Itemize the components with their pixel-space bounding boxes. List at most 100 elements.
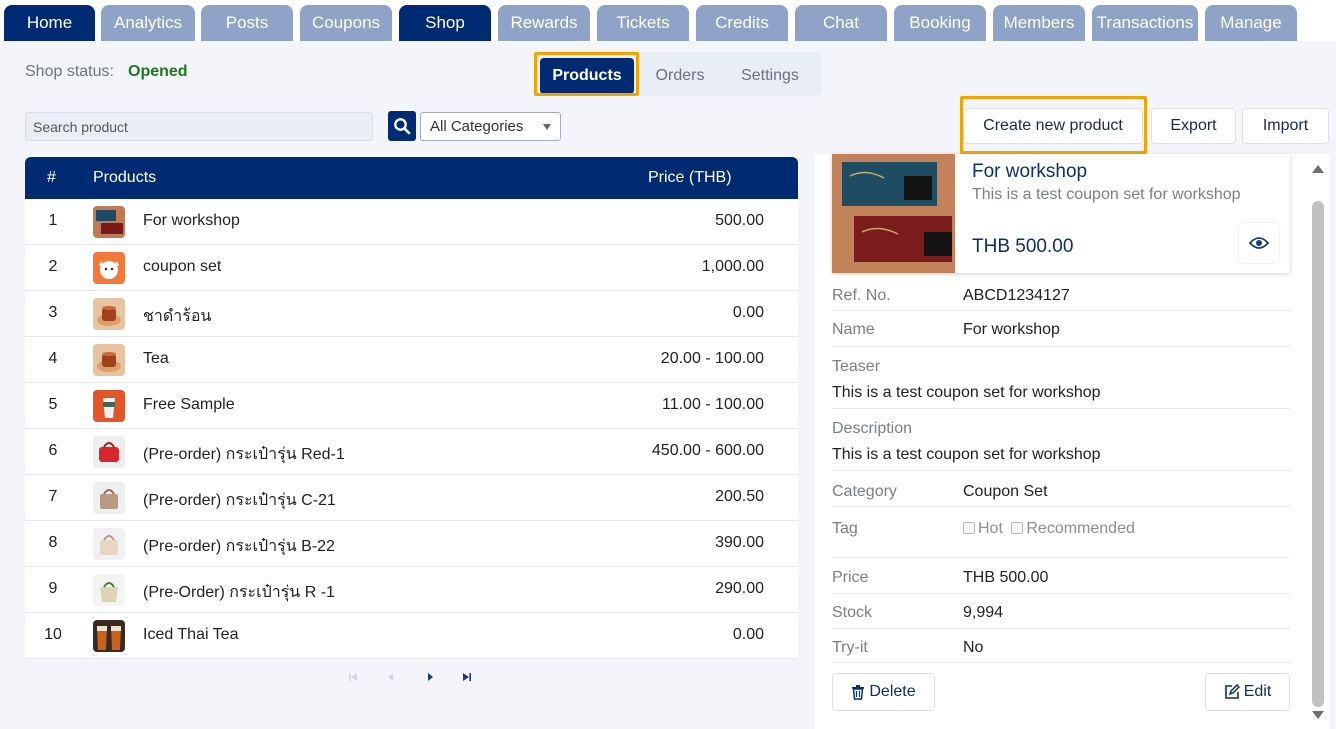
table-row[interactable]: 4 Tea 20.00 - 100.00: [25, 337, 798, 383]
tab-home[interactable]: Home: [4, 5, 95, 41]
shop-status-value: Opened: [128, 63, 188, 80]
tab-analytics[interactable]: Analytics: [101, 5, 195, 41]
category-select[interactable]: All Categories: [420, 112, 561, 141]
card-price: THB 500.00: [972, 236, 1074, 257]
hot-label: Hot: [978, 520, 1003, 537]
product-cover-image: [832, 154, 955, 273]
tryit-label: Try-it: [832, 639, 868, 656]
tab-rewards[interactable]: Rewards: [498, 5, 590, 41]
shop-status-label: Shop status:: [25, 63, 114, 80]
import-button[interactable]: Import: [1242, 108, 1329, 144]
detail-description-row: Description This is a test coupon set fo…: [832, 409, 1290, 471]
product-name: (Pre-order) กระเป๋ารุ่น C-21: [143, 492, 336, 509]
edit-icon: [1224, 684, 1240, 699]
tab-manage[interactable]: Manage: [1205, 5, 1297, 41]
edit-button[interactable]: Edit: [1205, 673, 1290, 711]
next-page-button[interactable]: [425, 671, 435, 683]
product-name: Free Sample: [143, 396, 235, 413]
previous-page-icon: [388, 673, 393, 681]
subtab-settings[interactable]: Settings: [726, 58, 814, 94]
subtab-products[interactable]: Products: [540, 58, 634, 94]
tab-credits[interactable]: Credits: [696, 5, 788, 41]
row-number: 8: [48, 534, 58, 551]
detail-price-row: Price THB 500.00: [832, 558, 1290, 594]
table-row[interactable]: 1 For workshop 500.00: [25, 199, 798, 245]
column-header-products[interactable]: Products: [93, 169, 156, 187]
category-select-value: All Categories: [430, 118, 524, 135]
iced-tea-image: [93, 620, 125, 652]
dropdown-arrow-icon: [543, 124, 551, 130]
product-price: 1,000.00: [701, 258, 764, 275]
table-row[interactable]: 5 Free Sample 11.00 - 100.00: [25, 383, 798, 429]
product-detail-panel: For workshop This is a test coupon set f…: [815, 154, 1330, 729]
tan-bag-image: [93, 482, 125, 514]
tea-cup-image: [93, 344, 125, 376]
detail-ref-row: Ref. No. ABCD1234127: [832, 277, 1290, 311]
tag-options: Hot Recommended: [963, 520, 1135, 538]
row-number: 1: [48, 212, 58, 229]
tab-coupons[interactable]: Coupons: [300, 5, 392, 41]
recommended-label: Recommended: [1026, 520, 1135, 537]
subtab-orders[interactable]: Orders: [640, 58, 720, 94]
category-value: Coupon Set: [963, 483, 1048, 500]
table-row[interactable]: 10 Iced Thai Tea 0.00: [25, 613, 798, 659]
search-icon: [394, 118, 411, 135]
hot-checkbox[interactable]: [963, 522, 975, 534]
last-page-icon: [463, 673, 471, 681]
previous-page-button[interactable]: [386, 671, 396, 683]
export-button[interactable]: Export: [1151, 108, 1236, 144]
top-nav: Home Analytics Posts Coupons Shop Reward…: [0, 0, 1336, 41]
product-name: ชาดำร้อน: [143, 308, 212, 325]
delete-label: Delete: [869, 683, 916, 700]
product-name: (Pre-order) กระเป๋ารุ่น B-22: [143, 538, 335, 555]
search-button[interactable]: [388, 111, 416, 141]
tab-tickets[interactable]: Tickets: [597, 5, 689, 41]
delete-button[interactable]: Delete: [832, 673, 935, 711]
search-input[interactable]: [25, 112, 373, 141]
recommended-checkbox[interactable]: [1011, 522, 1024, 534]
preview-button[interactable]: [1239, 223, 1279, 263]
first-page-icon: [349, 673, 357, 681]
row-number: 6: [48, 442, 58, 459]
table-row[interactable]: 9 (Pre-Order) กระเป๋ารุ่น R -1 290.00: [25, 567, 798, 613]
tab-transactions[interactable]: Transactions: [1092, 5, 1198, 41]
first-page-button[interactable]: [348, 671, 358, 683]
fox-mascot-image: [93, 252, 125, 284]
row-number: 3: [48, 304, 58, 321]
product-price: 200.50: [715, 488, 764, 505]
table-row[interactable]: 6 (Pre-order) กระเป๋ารุ่น Red-1 450.00 -…: [25, 429, 798, 475]
table-row[interactable]: 2 coupon set 1,000.00: [25, 245, 798, 291]
product-price: 500.00: [715, 212, 764, 229]
card-title: For workshop: [972, 161, 1088, 182]
product-price: 290.00: [715, 580, 764, 597]
cream-bag-image: [93, 528, 125, 560]
last-page-button[interactable]: [462, 671, 472, 683]
column-header-price[interactable]: Price (THB): [648, 169, 732, 187]
products-table-header: # Products Price (THB): [25, 157, 798, 199]
product-price: 11.00 - 100.00: [661, 396, 764, 413]
create-new-product-button[interactable]: Create new product: [963, 108, 1143, 144]
scroll-up-arrow-icon[interactable]: [1312, 165, 1324, 173]
edit-label: Edit: [1243, 683, 1272, 700]
row-number: 10: [44, 626, 62, 643]
teaser-value: This is a test coupon set for workshop: [832, 384, 1101, 401]
price-value: THB 500.00: [963, 569, 1049, 586]
tab-posts[interactable]: Posts: [201, 5, 293, 41]
tab-shop[interactable]: Shop: [399, 5, 491, 41]
products-table-body: 1 For workshop 500.00 2 coupon set 1,000…: [25, 199, 798, 659]
row-number: 4: [48, 350, 58, 367]
product-price: 450.00 - 600.00: [651, 442, 764, 459]
description-value: This is a test coupon set for workshop: [832, 446, 1101, 463]
row-number: 5: [48, 396, 58, 413]
scrollbar-thumb[interactable]: [1312, 201, 1324, 707]
tab-booking[interactable]: Booking: [894, 5, 986, 41]
product-price: 20.00 - 100.00: [660, 350, 764, 367]
category-label: Category: [832, 483, 897, 500]
table-row[interactable]: 8 (Pre-order) กระเป๋ารุ่น B-22 390.00: [25, 521, 798, 567]
table-row[interactable]: 3 ชาดำร้อน 0.00: [25, 291, 798, 337]
ref-value: ABCD1234127: [963, 287, 1070, 304]
scroll-down-arrow-icon[interactable]: [1312, 711, 1324, 719]
tab-members[interactable]: Members: [993, 5, 1085, 41]
table-row[interactable]: 7 (Pre-order) กระเป๋ารุ่น C-21 200.50: [25, 475, 798, 521]
tab-chat[interactable]: Chat: [795, 5, 887, 41]
